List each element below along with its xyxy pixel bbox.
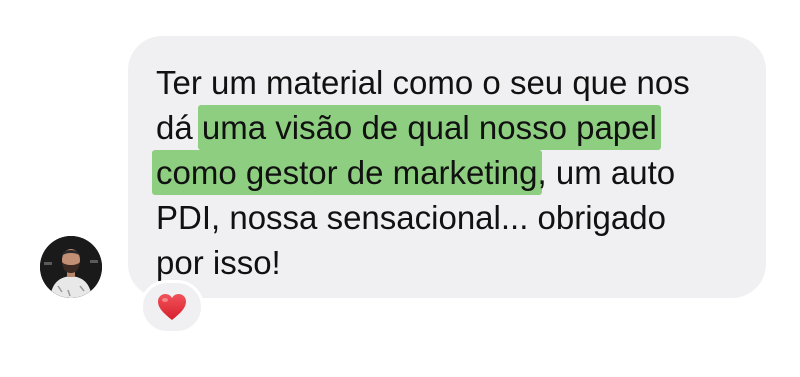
message-line: dá uma visão de qual nosso papel (156, 105, 738, 150)
profile-photo-icon (40, 236, 102, 298)
message-line: PDI, nossa sensacional... obrigado (156, 199, 666, 236)
message-bubble[interactable]: Ter um material como o seu que nos dá um… (128, 36, 766, 298)
message-line: por isso! (156, 244, 281, 281)
message-text: Ter um material como o seu que nos dá um… (152, 60, 738, 285)
sender-avatar[interactable] (40, 236, 102, 298)
reaction-badge[interactable] (140, 280, 204, 334)
message-fragment: , um auto (537, 154, 676, 191)
heart-icon (158, 294, 186, 320)
message-fragment: dá (156, 109, 202, 146)
highlighted-text: como gestor de marketing (152, 150, 542, 195)
message-line: como gestor de marketing, um auto (152, 150, 738, 195)
message-line: Ter um material como o seu que nos (156, 64, 690, 101)
highlighted-text: uma visão de qual nosso papel (197, 105, 661, 150)
